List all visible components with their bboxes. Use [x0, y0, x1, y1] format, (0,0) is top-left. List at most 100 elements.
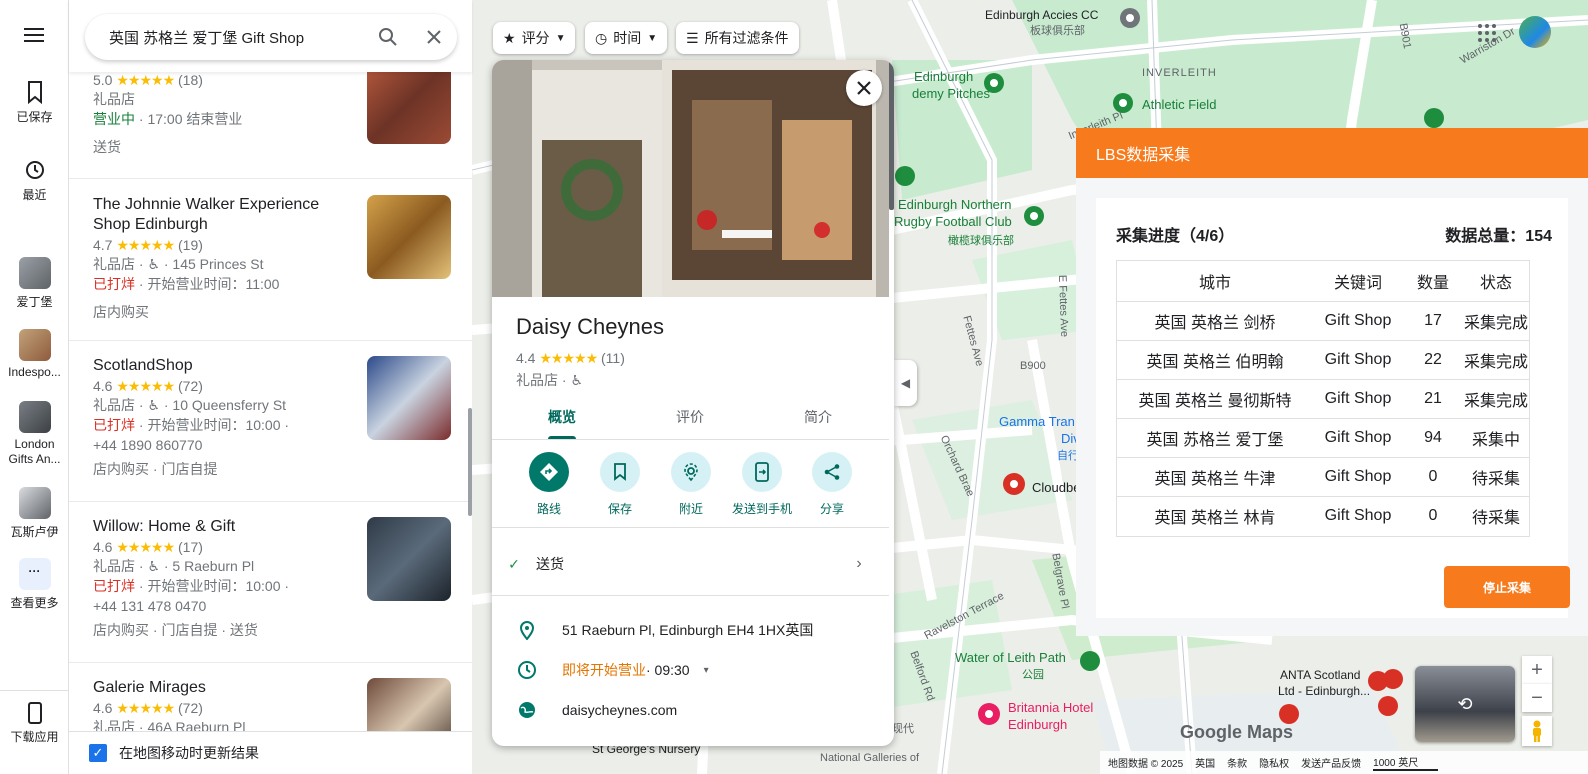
map-label-academy2: demy Pitches: [912, 86, 991, 101]
place-hero-photo[interactable]: [492, 60, 889, 297]
row-status: 待采集: [1463, 457, 1529, 497]
rail-saved[interactable]: 已保存: [0, 80, 69, 125]
place-tabs: 概览 评价 简介: [492, 396, 889, 440]
zoom-in-button[interactable]: +: [1522, 656, 1552, 684]
result-item[interactable]: 5.0 ★★★★★ (18) 礼品店 营业中 · 17:00 结束营业 送货: [69, 60, 472, 179]
result-photo: [367, 195, 451, 279]
address-row[interactable]: 51 Raeburn Pl, Edinburgh EH4 1HX英国: [492, 612, 889, 648]
table-row: 英国 英格兰 伯明翰 Gift Shop 22 采集完成: [1117, 340, 1529, 380]
filter-sliders-icon: ☰: [686, 29, 699, 46]
rail-saved-label: 已保存: [16, 110, 53, 124]
map-label-accies-cn: 板球俱乐部: [1030, 25, 1085, 37]
update-on-move-checkbox[interactable]: ✓: [89, 744, 107, 762]
row-count: 94: [1403, 418, 1463, 458]
apps-grid-icon[interactable]: [1478, 24, 1496, 42]
time-filter-chip[interactable]: ◷ 时间 ▼: [585, 22, 668, 54]
directions-button[interactable]: 路线: [509, 452, 589, 517]
clock-icon: [492, 660, 562, 680]
expand-hours-icon[interactable]: ▾: [704, 665, 709, 676]
collapse-panel-button[interactable]: ◀: [894, 360, 917, 406]
footer-feedback[interactable]: 发送产品反馈: [1301, 755, 1361, 770]
rail-recent[interactable]: 最近: [0, 158, 69, 203]
website-row[interactable]: daisycheynes.com: [492, 692, 889, 728]
nearby-button[interactable]: 附近: [651, 452, 731, 517]
directions-icon: [540, 463, 558, 481]
hours-row[interactable]: 即将开始营业 · 09:30 ▾: [492, 652, 889, 688]
delivery-row[interactable]: ✓ 送货 ›: [492, 542, 889, 586]
share-button[interactable]: 分享: [792, 452, 872, 517]
table-row: 英国 英格兰 剑桥 Gift Shop 17 采集完成: [1117, 301, 1529, 341]
update-on-move-row[interactable]: ✓ 在地图移动时更新结果: [69, 731, 472, 774]
close-icon: [427, 30, 441, 44]
table-row: 英国 英格兰 曼彻斯特 Gift Shop 21 采集完成: [1117, 379, 1529, 419]
send-to-phone-button[interactable]: 发送到手机: [722, 452, 802, 517]
clock-icon: ◷: [595, 29, 608, 46]
delivery-label: 送货: [536, 556, 564, 572]
search-box[interactable]: 英国 苏格兰 爱丁堡 Gift Shop: [85, 14, 457, 60]
tab-reviews[interactable]: 评价: [624, 396, 756, 438]
map-label-rugby: Rugby Football Club: [894, 214, 1012, 229]
address-text: 51 Raeburn Pl, Edinburgh EH4 1HX英国: [562, 622, 814, 638]
tab-about[interactable]: 简介: [752, 396, 884, 438]
rail-recent-indespo[interactable]: Indespo...: [0, 329, 69, 379]
result-item[interactable]: ScotlandShop 4.6 ★★★★★ (72) 礼品店 · ♿ · 10…: [69, 341, 472, 502]
rail-recent-label: 最近: [22, 188, 47, 202]
website-link[interactable]: daisycheynes.com: [562, 702, 677, 718]
footer-region[interactable]: 英国: [1195, 755, 1215, 770]
rail-recent-london-gifts[interactable]: London Gifts An...: [0, 401, 69, 467]
zoom-out-button[interactable]: −: [1522, 684, 1552, 712]
result-photo: [367, 517, 451, 601]
rail-see-more[interactable]: ··· 查看更多: [0, 558, 69, 611]
result-item[interactable]: Willow: Home & Gift 4.6 ★★★★★ (17) 礼品店 ·…: [69, 502, 472, 663]
result-photo: [367, 356, 451, 440]
row-count: 17: [1403, 301, 1463, 341]
rating-filter-chip[interactable]: ★ 评分 ▼: [493, 22, 576, 54]
check-icon: ✓: [508, 555, 520, 572]
col-keyword: 关键词: [1313, 261, 1403, 302]
all-filters-chip[interactable]: ☰ 所有过滤条件: [676, 22, 799, 54]
row-city: 英国 英格兰 曼彻斯特: [1117, 379, 1313, 419]
detail-scrollbar[interactable]: [889, 60, 894, 210]
result-title: Galerie Mirages: [93, 679, 206, 696]
search-button[interactable]: [365, 14, 411, 60]
row-status: 采集完成: [1463, 340, 1529, 380]
search-input[interactable]: 英国 苏格兰 爱丁堡 Gift Shop: [109, 27, 365, 48]
rail-divider: [0, 690, 69, 691]
left-rail: 已保存 最近 爱丁堡 Indespo... London Gifts An...…: [0, 0, 69, 774]
save-place-button[interactable]: 保存: [580, 452, 660, 517]
footer-privacy[interactable]: 隐私权: [1259, 755, 1289, 770]
account-avatar[interactable]: [1519, 16, 1551, 48]
tab-overview[interactable]: 概览: [496, 396, 628, 439]
scale-bar[interactable]: 1000 英尺: [1373, 754, 1439, 771]
map-label-anta: ANTA Scotland: [1280, 668, 1361, 682]
location-pin-icon: [492, 620, 562, 640]
menu-button[interactable]: [0, 26, 69, 48]
rail-recent-edinburgh[interactable]: 爱丁堡: [0, 257, 69, 310]
globe-icon: [492, 700, 562, 720]
row-city: 英国 英格兰 牛津: [1117, 457, 1313, 497]
result-item[interactable]: The Johnnie Walker Experience Shop Edinb…: [69, 180, 472, 341]
rail-recent-wasleyi[interactable]: 瓦斯卢伊: [0, 487, 69, 540]
pegman-icon[interactable]: [1522, 716, 1552, 746]
map-label-gamma: Gamma Tran: [999, 414, 1075, 429]
map-label-athletic: Athletic Field: [1142, 97, 1217, 112]
results-scrollbar[interactable]: [468, 408, 472, 516]
footer-terms[interactable]: 条款: [1227, 755, 1247, 770]
result-item[interactable]: Galerie Mirages 4.6 ★★★★★ (72) 礼品店 · 46A…: [69, 663, 472, 731]
share-icon: [824, 464, 840, 480]
rail-download-app[interactable]: 下载应用: [0, 702, 69, 745]
map-label-anta2: Ltd - Edinburgh...: [1278, 684, 1371, 698]
place-rating: 4.4 ★★★★★ (11): [516, 350, 625, 366]
stop-collection-button[interactable]: 停止采集: [1444, 566, 1570, 608]
history-icon: [25, 161, 44, 179]
clear-search-button[interactable]: [411, 14, 457, 60]
all-filters-label: 所有过滤条件: [704, 30, 789, 46]
street-view-thumbnail[interactable]: ⟲: [1415, 666, 1515, 742]
map-data-copyright: 地图数据 © 2025: [1108, 759, 1184, 770]
rail-london-gifts-label: London Gifts An...: [8, 437, 61, 466]
map-label-cloudbe: Cloudbe: [1032, 480, 1081, 495]
divider: [492, 595, 889, 596]
row-keyword: Gift Shop: [1313, 340, 1403, 380]
close-detail-button[interactable]: [846, 70, 882, 106]
table-row: 英国 苏格兰 爱丁堡 Gift Shop 94 采集中: [1117, 418, 1529, 458]
